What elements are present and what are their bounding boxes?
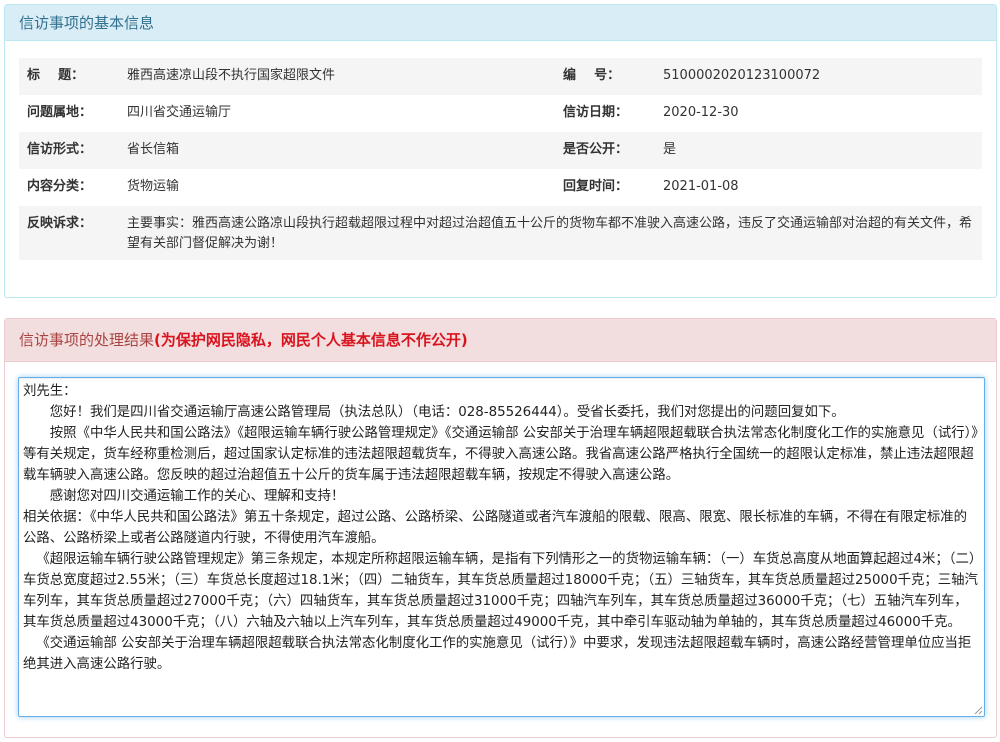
- reply-paragraph: 《超限运输车辆行驶公路管理规定》第三条规定，本规定所称超限运输车辆，是指有下列情…: [23, 552, 978, 630]
- privacy-note: (为保护网民隐私，网民个人基本信息不作公开): [154, 331, 468, 349]
- form-label: 信访形式：: [19, 132, 123, 169]
- title-value: 雅西高速凉山段不执行国家超限文件: [123, 58, 563, 95]
- basic-info-panel: 信访事项的基本信息 标 题： 雅西高速凉山段不执行国家超限文件 编 号： 510…: [4, 4, 997, 298]
- reply-paragraph: 您好！我们是四川省交通运输厅高速公路管理局（执法总队）（电话：028-85526…: [49, 405, 845, 420]
- category-label: 内容分类：: [19, 169, 123, 206]
- info-row: 反映诉求： 主要事实：雅西高速公路凉山段执行超载超限过程中对超过治超值五十公斤的…: [19, 206, 982, 260]
- info-row: 问题属地： 四川省交通运输厅 信访日期： 2020-12-30: [19, 95, 982, 132]
- public-value: 是: [663, 132, 982, 169]
- petition-date-value: 2020-12-30: [663, 95, 982, 132]
- title-label: 标 题：: [19, 58, 123, 95]
- reply-date-label: 回复时间：: [563, 169, 663, 206]
- reply-greeting: 刘先生：: [23, 384, 77, 399]
- basic-info-table: 标 题： 雅西高速凉山段不执行国家超限文件 编 号： 5100002020123…: [19, 58, 982, 260]
- info-row: 内容分类： 货物运输 回复时间： 2021-01-08: [19, 169, 982, 206]
- number-label: 编 号：: [563, 58, 663, 95]
- complaint-text: 主要事实：雅西高速公路凉山段执行超载超限过程中对超过治超值五十公斤的货物车都不准…: [123, 206, 982, 260]
- result-panel: 信访事项的处理结果(为保护网民隐私，网民个人基本信息不作公开) 刘先生： 您好！…: [4, 318, 997, 738]
- petition-date-label: 信访日期：: [563, 95, 663, 132]
- result-heading-title: 信访事项的处理结果: [19, 331, 155, 349]
- category-value: 货物运输: [123, 169, 563, 206]
- result-heading: 信访事项的处理结果(为保护网民隐私，网民个人基本信息不作公开): [5, 319, 996, 362]
- reply-textarea[interactable]: 刘先生： 您好！我们是四川省交通运输厅高速公路管理局（执法总队）（电话：028-…: [18, 377, 985, 717]
- reply-paragraph: 相关依据：《中华人民共和国公路法》第五十条规定，超过公路、公路桥梁、公路隧道或者…: [23, 510, 968, 546]
- number-value: 5100002020123100072: [663, 58, 982, 95]
- form-value: 省长信箱: [123, 132, 563, 169]
- complaint-label: 反映诉求：: [19, 206, 123, 260]
- region-value: 四川省交通运输厅: [123, 95, 563, 132]
- reply-date-value: 2021-01-08: [663, 169, 982, 206]
- region-label: 问题属地：: [19, 95, 123, 132]
- reply-paragraph: 《交通运输部 公安部关于治理车辆超限超载联合执法常态化制度化工作的实施意见（试行…: [23, 636, 972, 672]
- reply-paragraph: 按照《中华人民共和国公路法》《超限运输车辆行驶公路管理规定》《交通运输部 公安部…: [23, 426, 978, 483]
- info-row: 标 题： 雅西高速凉山段不执行国家超限文件 编 号： 5100002020123…: [19, 58, 982, 95]
- info-row: 信访形式： 省长信箱 是否公开： 是: [19, 132, 982, 169]
- basic-info-heading: 信访事项的基本信息: [5, 5, 996, 41]
- resize-grip-icon[interactable]: [973, 705, 983, 715]
- reply-paragraph: 感谢您对四川交通运输工作的关心、理解和支持！: [49, 489, 345, 504]
- public-label: 是否公开：: [563, 132, 663, 169]
